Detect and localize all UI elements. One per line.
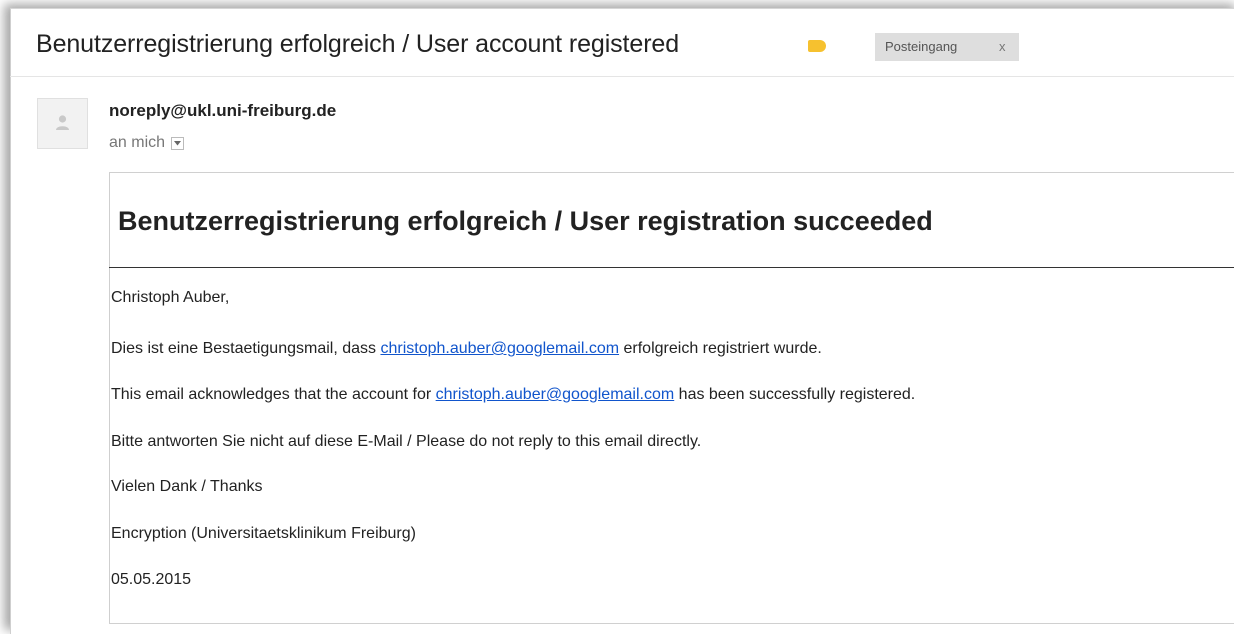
message-date: 05.05.2015	[111, 571, 192, 588]
email-subject: Benutzerregistrierung erfolgreich / User…	[36, 30, 680, 58]
confirmation-en-prefix: This email acknowledges that the account…	[111, 386, 436, 403]
divider	[109, 267, 1234, 268]
noreply-note: Bitte antworten Sie nicht auf diese E-Ma…	[111, 433, 702, 450]
remove-label-button[interactable]: x	[999, 33, 1006, 61]
greeting: Christoph Auber,	[111, 289, 230, 306]
subject-bar: Benutzerregistrierung erfolgreich / User…	[10, 8, 1234, 77]
confirmation-en: This email acknowledges that the account…	[111, 386, 915, 404]
person-icon	[56, 115, 69, 130]
details-dropdown-button[interactable]	[171, 136, 185, 150]
thanks-line: Vielen Dank / Thanks	[111, 478, 263, 495]
recipient-line: an mich	[109, 134, 185, 152]
email-link-en[interactable]: christoph.auber@googlemail.com	[436, 386, 675, 403]
inbox-label-chip[interactable]: Posteingang x	[875, 33, 1019, 61]
sender-email[interactable]: noreply@ukl.uni-freiburg.de	[109, 101, 336, 121]
confirmation-en-suffix: has been successfully registered.	[674, 386, 916, 403]
email-link-de[interactable]: christoph.auber@googlemail.com	[380, 340, 619, 357]
message-headline: Benutzerregistrierung erfolgreich / User…	[118, 206, 933, 236]
confirmation-de: Dies ist eine Bestaetigungsmail, dass ch…	[111, 340, 822, 358]
recipient-label: an mich	[109, 134, 166, 151]
inbox-label-text: Posteingang	[885, 39, 958, 54]
avatar	[37, 98, 88, 149]
signature: Encryption (Universitaetsklinikum Freibu…	[111, 525, 416, 542]
important-label-icon[interactable]	[808, 40, 826, 52]
chevron-down-icon	[174, 140, 182, 145]
confirmation-de-suffix: erfolgreich registriert wurde.	[619, 340, 822, 357]
confirmation-de-prefix: Dies ist eine Bestaetigungsmail, dass	[111, 340, 381, 357]
